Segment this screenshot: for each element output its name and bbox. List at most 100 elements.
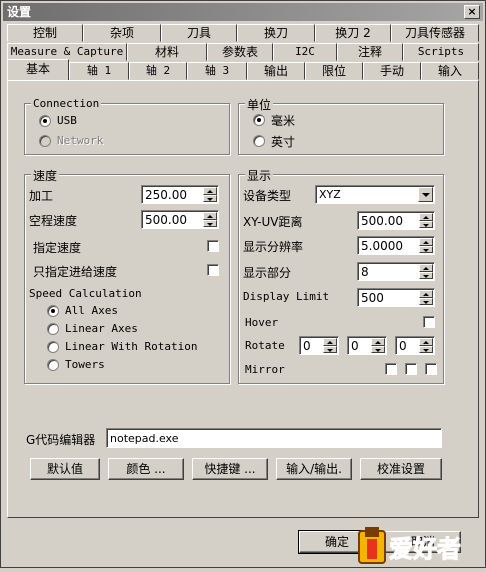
specify-feed-only-label: 只指定进给速度 (33, 265, 118, 279)
rotate-x-value: 0 (303, 339, 311, 353)
tab-input[interactable]: 输入 (421, 62, 479, 80)
rotate-z-spinner[interactable]: 0 (395, 336, 435, 355)
spin-down-icon[interactable] (419, 245, 433, 253)
tab-control[interactable]: 控制 (7, 24, 83, 42)
calc-linear-axes-label: Linear Axes (65, 322, 138, 335)
hover-checkbox[interactable] (423, 316, 435, 328)
spin-down-icon[interactable] (419, 220, 433, 228)
tab-notes[interactable]: 注释 (337, 43, 403, 61)
calc-towers-radio[interactable] (47, 359, 59, 371)
feed-speed-spinner[interactable]: 250.00 (141, 185, 219, 204)
spin-down-icon[interactable] (323, 345, 337, 353)
tab-axis-1[interactable]: 轴 1 (69, 62, 129, 80)
rapid-speed-spinner[interactable]: 500.00 (141, 210, 219, 229)
device-type-select[interactable]: XYZ (315, 185, 435, 204)
spin-up-icon[interactable] (419, 238, 433, 246)
connection-usb-radio[interactable] (39, 115, 51, 127)
tab-tool-change[interactable]: 换刀 (237, 24, 315, 42)
mirror-y-checkbox[interactable] (405, 363, 417, 375)
tab-output[interactable]: 输出 (247, 62, 305, 80)
spin-up-icon[interactable] (323, 338, 337, 346)
mirror-label: Mirror (245, 363, 285, 376)
rotate-x-spinner[interactable]: 0 (299, 336, 339, 355)
tab-panel-basic: Connection USB Network 单位 毫米 英寸 速度 加工 25… (7, 80, 479, 518)
tab-scripts[interactable]: Scripts (403, 43, 479, 61)
spin-down-icon[interactable] (419, 297, 433, 305)
rapid-speed-label: 空程速度 (29, 214, 78, 228)
connection-network-label: Network (57, 134, 104, 147)
connection-group: Connection USB Network (24, 97, 230, 155)
tab-axis-3[interactable]: 轴 3 (187, 62, 247, 80)
calc-linear-axes-radio[interactable] (47, 323, 59, 335)
tab-i2c[interactable]: I2C (273, 43, 337, 61)
close-button[interactable]: × (464, 5, 480, 19)
spin-down-icon[interactable] (371, 345, 385, 353)
tab-axis-2[interactable]: 轴 2 (129, 62, 187, 80)
tab-parameter-table[interactable]: 参数表 (207, 43, 273, 61)
window-title: 设置 (7, 5, 32, 19)
specify-feed-only-checkbox[interactable] (207, 264, 219, 276)
logo-text: 爱好者 (389, 535, 461, 563)
display-resolution-value: 5.0000 (361, 239, 403, 253)
display-part-spinner[interactable]: 8 (357, 262, 435, 281)
spin-up-icon[interactable] (371, 338, 385, 346)
display-title: 显示 (245, 167, 274, 184)
calc-linear-rotation-radio[interactable] (47, 341, 59, 353)
watermark-logo: 爱好者 (355, 525, 479, 569)
feed-speed-value: 250.00 (145, 188, 187, 202)
spin-down-icon[interactable] (203, 219, 217, 227)
display-part-value: 8 (361, 265, 369, 279)
tab-material[interactable]: 材料 (127, 43, 207, 61)
spin-up-icon[interactable] (419, 290, 433, 298)
tab-row-1: 控制 杂项 刀具 换刀 换刀 2 刀具传感器 (7, 24, 479, 42)
tab-misc[interactable]: 杂项 (83, 24, 161, 42)
specify-speed-checkbox[interactable] (207, 240, 219, 252)
calc-all-axes-label: All Axes (65, 304, 118, 317)
tab-row-2: Measure & Capture 材料 参数表 I2C 注释 Scripts (7, 43, 479, 61)
xy-uv-distance-value: 500.00 (361, 214, 403, 228)
calc-all-axes-radio[interactable] (47, 305, 59, 317)
rotate-z-value: 0 (399, 339, 407, 353)
calibration-settings-button[interactable]: 校准设置 (360, 458, 442, 480)
gcode-editor-input[interactable]: notepad.exe (106, 428, 442, 448)
rapid-speed-value: 500.00 (145, 213, 187, 227)
device-type-value: XYZ (319, 188, 341, 201)
rotate-y-value: 0 (351, 339, 359, 353)
tab-tool-change-2[interactable]: 换刀 2 (315, 24, 391, 42)
connection-network-radio (39, 135, 51, 147)
connection-title: Connection (31, 97, 102, 110)
tab-tool-sensor[interactable]: 刀具传感器 (391, 24, 479, 42)
display-group: 显示 设备类型 XYZ XY-UV距离 500.00 显示分辨率 5.0000 … (238, 167, 444, 384)
tab-tools[interactable]: 刀具 (161, 24, 237, 42)
spin-up-icon[interactable] (419, 264, 433, 272)
calc-towers-label: Towers (65, 358, 105, 371)
units-mm-radio[interactable] (253, 114, 265, 126)
spin-up-icon[interactable] (203, 187, 217, 195)
xy-uv-distance-spinner[interactable]: 500.00 (357, 211, 435, 230)
spin-up-icon[interactable] (419, 213, 433, 221)
display-limit-spinner[interactable]: 500 (357, 288, 435, 307)
import-export-button[interactable]: 输入/输出. (276, 458, 352, 480)
xy-uv-distance-label: XY-UV距离 (243, 215, 303, 229)
display-resolution-spinner[interactable]: 5.0000 (357, 236, 435, 255)
colors-button[interactable]: 颜色 ... (108, 458, 184, 480)
spin-up-icon[interactable] (203, 212, 217, 220)
display-part-label: 显示部分 (243, 266, 292, 280)
spin-down-icon[interactable] (203, 194, 217, 202)
units-inch-radio[interactable] (253, 135, 265, 147)
mirror-z-checkbox[interactable] (425, 363, 437, 375)
mirror-x-checkbox[interactable] (385, 363, 397, 375)
tab-basic[interactable]: 基本 (7, 59, 69, 80)
rotate-y-spinner[interactable]: 0 (347, 336, 387, 355)
spin-down-icon[interactable] (419, 345, 433, 353)
spin-down-icon[interactable] (419, 271, 433, 279)
display-limit-value: 500 (361, 291, 384, 305)
chevron-down-icon[interactable] (418, 187, 433, 202)
device-type-label: 设备类型 (243, 189, 292, 203)
specify-speed-label: 指定速度 (33, 241, 82, 255)
defaults-button[interactable]: 默认值 (30, 458, 100, 480)
tab-manual[interactable]: 手动 (363, 62, 421, 80)
shortcuts-button[interactable]: 快捷键 ... (192, 458, 268, 480)
spin-up-icon[interactable] (419, 338, 433, 346)
tab-limits[interactable]: 限位 (305, 62, 363, 80)
